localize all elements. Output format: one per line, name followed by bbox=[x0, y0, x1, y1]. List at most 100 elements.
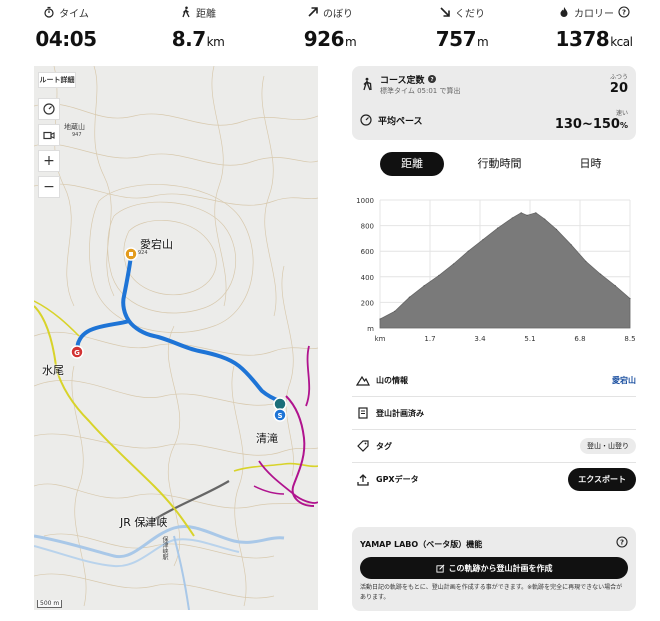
stat-distance-unit: km bbox=[206, 35, 225, 49]
mountain-icon bbox=[356, 375, 370, 386]
elevation-point bbox=[497, 227, 499, 229]
help-icon[interactable]: ? bbox=[616, 536, 628, 548]
stat-ascent: のぼり 926m bbox=[264, 0, 396, 62]
stat-time: タイム 04:05 bbox=[0, 0, 132, 62]
stat-descent-value: 757 bbox=[435, 27, 477, 51]
stat-time-label: タイム bbox=[59, 8, 89, 20]
pace-value: 130~150 bbox=[554, 117, 620, 132]
svg-text:?: ? bbox=[620, 539, 624, 547]
edit-icon bbox=[435, 564, 444, 573]
camera-icon bbox=[43, 131, 55, 140]
stat-descent-label: くだり bbox=[455, 8, 485, 20]
zoom-out-button[interactable]: − bbox=[38, 176, 60, 198]
elevation-point bbox=[520, 212, 522, 214]
stat-calorie-value: 1378 bbox=[555, 27, 610, 51]
elevation-point bbox=[408, 296, 411, 298]
elevation-point bbox=[585, 260, 587, 263]
pace-level-label: 速い bbox=[615, 110, 628, 117]
peak-small-label: 地蔵山 bbox=[64, 123, 85, 131]
station-small-label: 保津峡駅 bbox=[161, 536, 168, 560]
average-pace-title: 平均ペース bbox=[378, 116, 423, 127]
flame-icon bbox=[560, 7, 568, 17]
y-tick-label: m bbox=[367, 325, 374, 333]
elevation-point bbox=[511, 217, 513, 219]
place-mizuo-label: 水尾 bbox=[42, 364, 64, 377]
elevation-point bbox=[555, 228, 558, 231]
gpx-row: GPXデータ エクスポート bbox=[352, 463, 636, 496]
elevation-point bbox=[599, 273, 602, 275]
stat-ascent-value: 926 bbox=[303, 27, 345, 51]
tab-distance[interactable]: 距離 bbox=[380, 152, 444, 176]
stat-calorie: カロリー ? 1378kcal bbox=[528, 0, 660, 62]
elevation-point bbox=[535, 212, 537, 214]
stat-distance-value: 8.7 bbox=[171, 27, 206, 51]
route-map[interactable]: G S ルート詳細 + − 地蔵山 947 愛宕山 924 水尾 清滝 JR 保… bbox=[34, 66, 318, 610]
tab-moving-time[interactable]: 行動時間 bbox=[454, 152, 545, 176]
pace-unit: % bbox=[619, 121, 628, 130]
stat-distance: 距離 8.7km bbox=[132, 0, 264, 62]
map-scale: 500 m bbox=[37, 600, 63, 608]
elevation-point bbox=[614, 285, 616, 287]
plan-label: 登山計画済み bbox=[376, 408, 424, 418]
create-plan-button[interactable]: この軌跡から登山計画を作成 bbox=[360, 557, 628, 579]
stat-descent-unit: m bbox=[477, 35, 489, 49]
course-card: コース定数 ? 標準タイム 05:01 で算出 ふつう 20 平均ペース 速い … bbox=[352, 66, 636, 140]
upload-icon bbox=[357, 473, 369, 486]
y-tick-label: 200 bbox=[361, 299, 374, 307]
create-plan-label: この軌跡から登山計画を作成 bbox=[448, 563, 553, 573]
arrow-up-right-icon bbox=[308, 7, 318, 17]
course-constant-subtitle: 標準タイム 05:01 で算出 bbox=[380, 86, 461, 95]
y-tick-label: 400 bbox=[361, 274, 374, 282]
svg-text:?: ? bbox=[430, 77, 433, 83]
zoom-in-button[interactable]: + bbox=[38, 150, 60, 172]
help-icon[interactable]: ? bbox=[618, 6, 630, 18]
course-constant-value: 20 bbox=[609, 81, 628, 96]
x-tick-label: 8.5 bbox=[624, 335, 635, 343]
speedometer-icon bbox=[43, 103, 55, 115]
goal-marker: G bbox=[74, 349, 80, 357]
x-tick-label: 5.1 bbox=[524, 335, 535, 343]
gpx-label: GPXデータ bbox=[376, 475, 419, 484]
camera-button[interactable] bbox=[38, 124, 60, 146]
help-icon[interactable]: ? bbox=[427, 74, 436, 83]
x-tick-label: 6.8 bbox=[574, 335, 585, 343]
stat-distance-label: 距離 bbox=[196, 8, 216, 20]
plan-document-icon bbox=[358, 407, 368, 419]
elevation-chart: 1000 800 600 400 200 mkm 1.7 3.4 5.1 6.8 8.5 bbox=[356, 197, 635, 343]
compass-button[interactable] bbox=[38, 98, 60, 120]
elevation-point bbox=[423, 285, 425, 287]
pace-gauge-icon bbox=[360, 114, 372, 126]
summit-elev-label: 924 bbox=[138, 250, 148, 256]
route-detail-button[interactable]: ルート詳細 bbox=[38, 72, 76, 88]
mountain-link[interactable]: 愛宕山 bbox=[612, 375, 636, 386]
activity-stats: タイム 04:05 距離 8.7km のぼり 926m くだり 757m カロリ… bbox=[0, 0, 660, 62]
elevation-point bbox=[452, 263, 455, 265]
chart-tabs: 距離 行動時間 日時 bbox=[352, 152, 636, 176]
stat-descent: くだり 757m bbox=[396, 0, 528, 62]
tag-chip[interactable]: 登山・山登り bbox=[580, 438, 636, 454]
elevation-point bbox=[629, 297, 631, 300]
walker-icon bbox=[182, 6, 190, 18]
stat-ascent-label: のぼり bbox=[323, 8, 353, 20]
tag-label: タグ bbox=[376, 441, 392, 451]
course-constant-title: コース定数 ? bbox=[380, 73, 460, 86]
place-kiyotaki-label: 清滝 bbox=[256, 432, 278, 445]
info-list: 山の情報 愛宕山 登山計画済み タグ 登山・山登り GPXデータ エクスポート bbox=[352, 364, 636, 496]
y-tick-label: 600 bbox=[361, 248, 374, 256]
mountain-info-row[interactable]: 山の情報 愛宕山 bbox=[352, 364, 636, 397]
plan-row[interactable]: 登山計画済み bbox=[352, 397, 636, 430]
map-base: G S bbox=[34, 66, 318, 610]
svg-text:?: ? bbox=[622, 9, 626, 17]
stat-calorie-unit: kcal bbox=[610, 35, 633, 49]
export-button[interactable]: エクスポート bbox=[568, 468, 636, 491]
course-level-label: ふつう bbox=[609, 74, 628, 81]
stat-time-value: 04:05 bbox=[35, 27, 97, 51]
labo-title: YAMAP LABO（ベータ版）機能 bbox=[360, 540, 483, 549]
hiker-icon bbox=[363, 77, 372, 91]
stopwatch-icon bbox=[44, 6, 54, 18]
tab-datetime[interactable]: 日時 bbox=[545, 152, 636, 176]
elevation-point bbox=[394, 310, 396, 312]
elevation-area bbox=[379, 212, 631, 329]
x-tick-label: 3.4 bbox=[474, 335, 486, 343]
arrow-down-right-icon bbox=[440, 7, 450, 17]
